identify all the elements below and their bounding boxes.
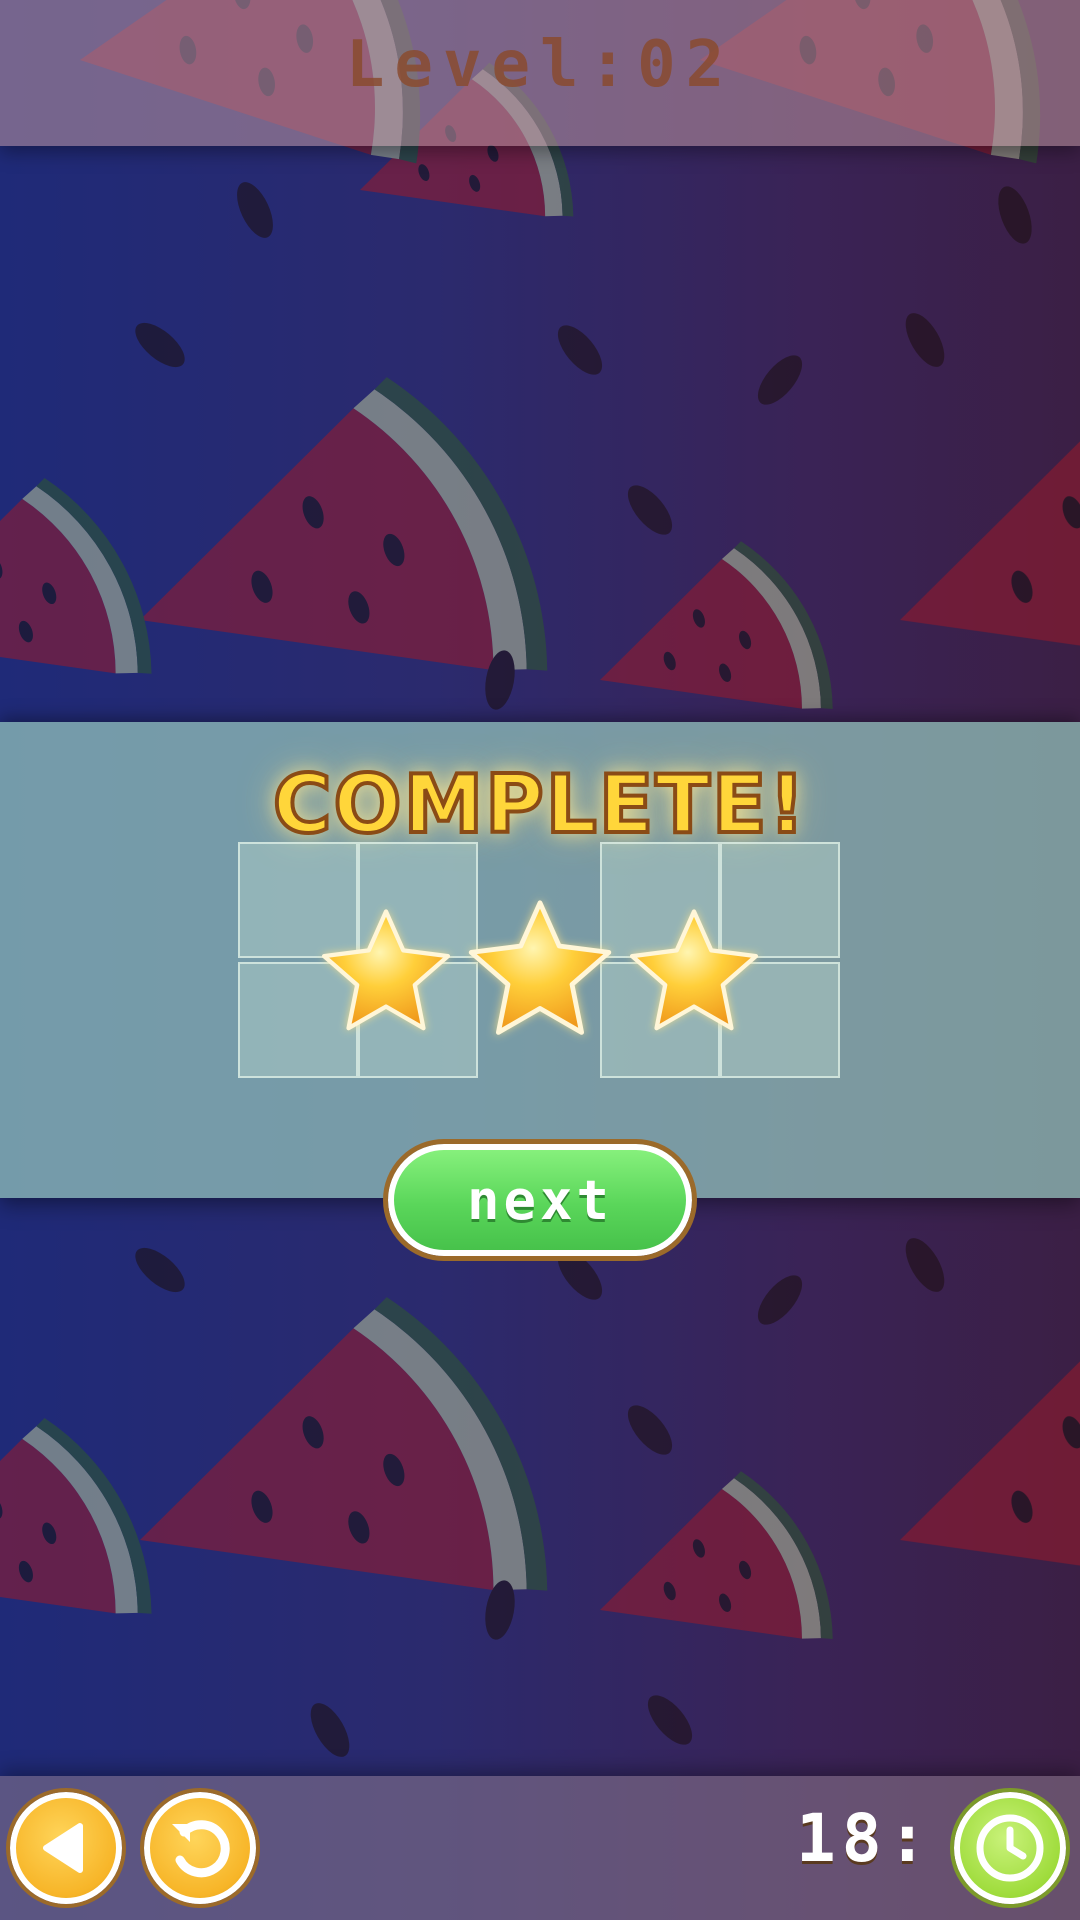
timer-readout: 18: [796, 1800, 934, 1877]
restart-icon [172, 1820, 230, 1878]
restart-button[interactable] [140, 1788, 260, 1908]
level-indicator: Level:02 [345, 28, 735, 102]
star-icon [321, 908, 451, 1032]
clock-icon [976, 1814, 1044, 1882]
timer-button[interactable] [950, 1788, 1070, 1908]
top-bar: Level:02 [0, 0, 1080, 146]
back-arrow-icon [43, 1823, 83, 1873]
star-icon [468, 899, 612, 1036]
next-button[interactable]: next [383, 1139, 697, 1261]
star-icon [629, 908, 759, 1032]
back-button[interactable] [6, 1788, 126, 1908]
complete-title: COMPLETE! [271, 756, 808, 853]
